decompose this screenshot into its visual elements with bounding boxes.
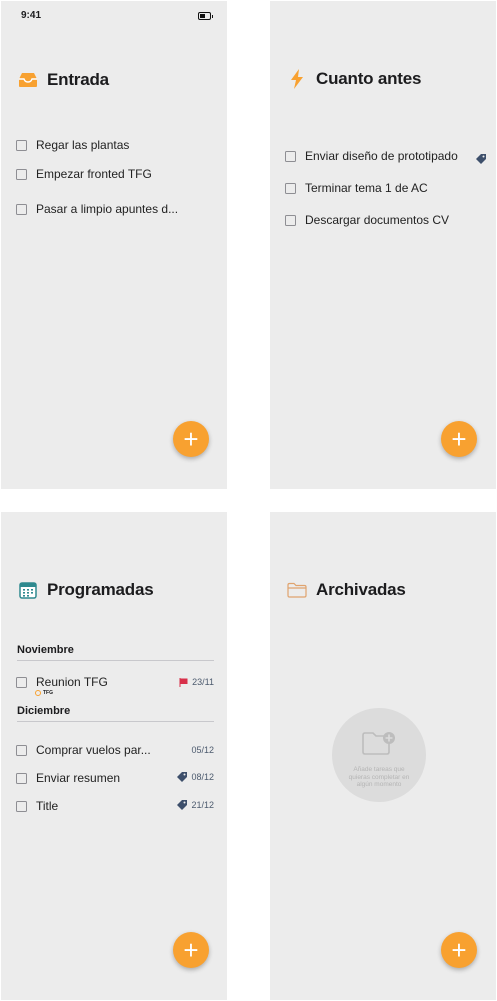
add-folder-icon (361, 730, 397, 763)
screen-entrada: 9:41 Entrada Regar las plantas Empezar f… (1, 1, 227, 489)
section-header-diciembre: Diciembre (17, 705, 214, 722)
task-item[interactable]: Title (16, 799, 58, 813)
task-label: Pasar a limpio apuntes d... (36, 202, 179, 216)
screen-archivadas: Archivadas Añade tareas que quieras comp… (270, 512, 496, 1000)
task-date-label: 08/12 (191, 772, 214, 782)
task-label: Reunion TFG (36, 675, 108, 689)
project-ring-icon (35, 690, 41, 696)
empty-state: Añade tareas que quieras completar en al… (332, 708, 426, 802)
task-checkbox[interactable] (16, 676, 27, 688)
task-item[interactable]: Empezar fronted TFG (16, 167, 152, 181)
task-checkbox[interactable] (16, 139, 27, 151)
task-label: Enviar diseño de prototipado (305, 149, 458, 163)
task-date: 21/12 (177, 800, 214, 810)
task-item[interactable]: Terminar tema 1 de AC (285, 181, 428, 195)
task-date: 05/12 (191, 745, 214, 755)
task-date-label: 05/12 (191, 745, 214, 755)
flag-icon (179, 677, 188, 687)
lightning-icon (286, 68, 308, 90)
project-tag: TFG (35, 690, 53, 696)
entrada-header: Entrada (17, 69, 109, 91)
task-item[interactable]: Enviar resumen (16, 771, 120, 785)
status-time: 9:41 (21, 10, 42, 21)
task-label: Comprar vuelos par... (36, 743, 151, 757)
add-task-button[interactable]: + (441, 421, 477, 457)
section-header-noviembre: Noviembre (17, 644, 214, 661)
screen-cuanto-antes: Cuanto antes Enviar diseño de prototipad… (270, 1, 496, 489)
task-label: Descargar documentos CV (305, 213, 450, 227)
page-title: Entrada (47, 70, 109, 89)
add-task-button[interactable]: + (173, 932, 209, 968)
task-label: Regar las plantas (36, 138, 130, 152)
task-item[interactable]: Enviar diseño de prototipado (285, 149, 458, 163)
inbox-icon (17, 69, 39, 91)
task-checkbox[interactable] (285, 150, 296, 162)
tag-icon (476, 151, 486, 169)
task-date: 08/12 (177, 772, 214, 782)
tag-icon (177, 800, 188, 810)
page-title: Cuanto antes (316, 69, 422, 88)
task-label: Terminar tema 1 de AC (305, 181, 428, 195)
task-checkbox[interactable] (16, 800, 27, 812)
task-checkbox[interactable] (16, 744, 27, 756)
task-item[interactable]: Descargar documentos CV (285, 213, 449, 227)
task-item[interactable]: Comprar vuelos par... (16, 743, 151, 757)
task-checkbox[interactable] (16, 772, 27, 784)
task-date: 23/11 (179, 677, 214, 687)
battery-icon (198, 12, 213, 20)
archivadas-header: Archivadas (286, 579, 406, 601)
task-checkbox[interactable] (16, 203, 27, 215)
calendar-icon (17, 579, 39, 601)
task-checkbox[interactable] (16, 168, 27, 180)
task-item[interactable]: Reunion TFG (16, 675, 108, 689)
folder-icon (286, 579, 308, 601)
task-label: Empezar fronted TFG (36, 167, 152, 181)
task-date-label: 21/12 (191, 800, 214, 810)
page-title: Programadas (47, 580, 154, 599)
task-label: Enviar resumen (36, 771, 121, 785)
task-item[interactable]: Regar las plantas (16, 138, 129, 152)
project-tag-label: TFG (43, 690, 53, 696)
cuanto-antes-header: Cuanto antes (286, 68, 421, 90)
empty-state-text: Añade tareas que quieras completar en al… (348, 766, 410, 788)
programadas-header: Programadas (17, 579, 154, 601)
screen-programadas: Programadas Noviembre Reunion TFG TFG 23… (1, 512, 227, 1000)
task-label: Title (36, 799, 59, 813)
add-task-button[interactable]: + (441, 932, 477, 968)
page-title: Archivadas (316, 580, 406, 599)
tag-icon (177, 772, 188, 782)
task-item[interactable]: Pasar a limpio apuntes d... (16, 202, 178, 216)
task-checkbox[interactable] (285, 214, 296, 226)
task-checkbox[interactable] (285, 182, 296, 194)
add-task-button[interactable]: + (173, 421, 209, 457)
task-date-label: 23/11 (192, 677, 214, 687)
